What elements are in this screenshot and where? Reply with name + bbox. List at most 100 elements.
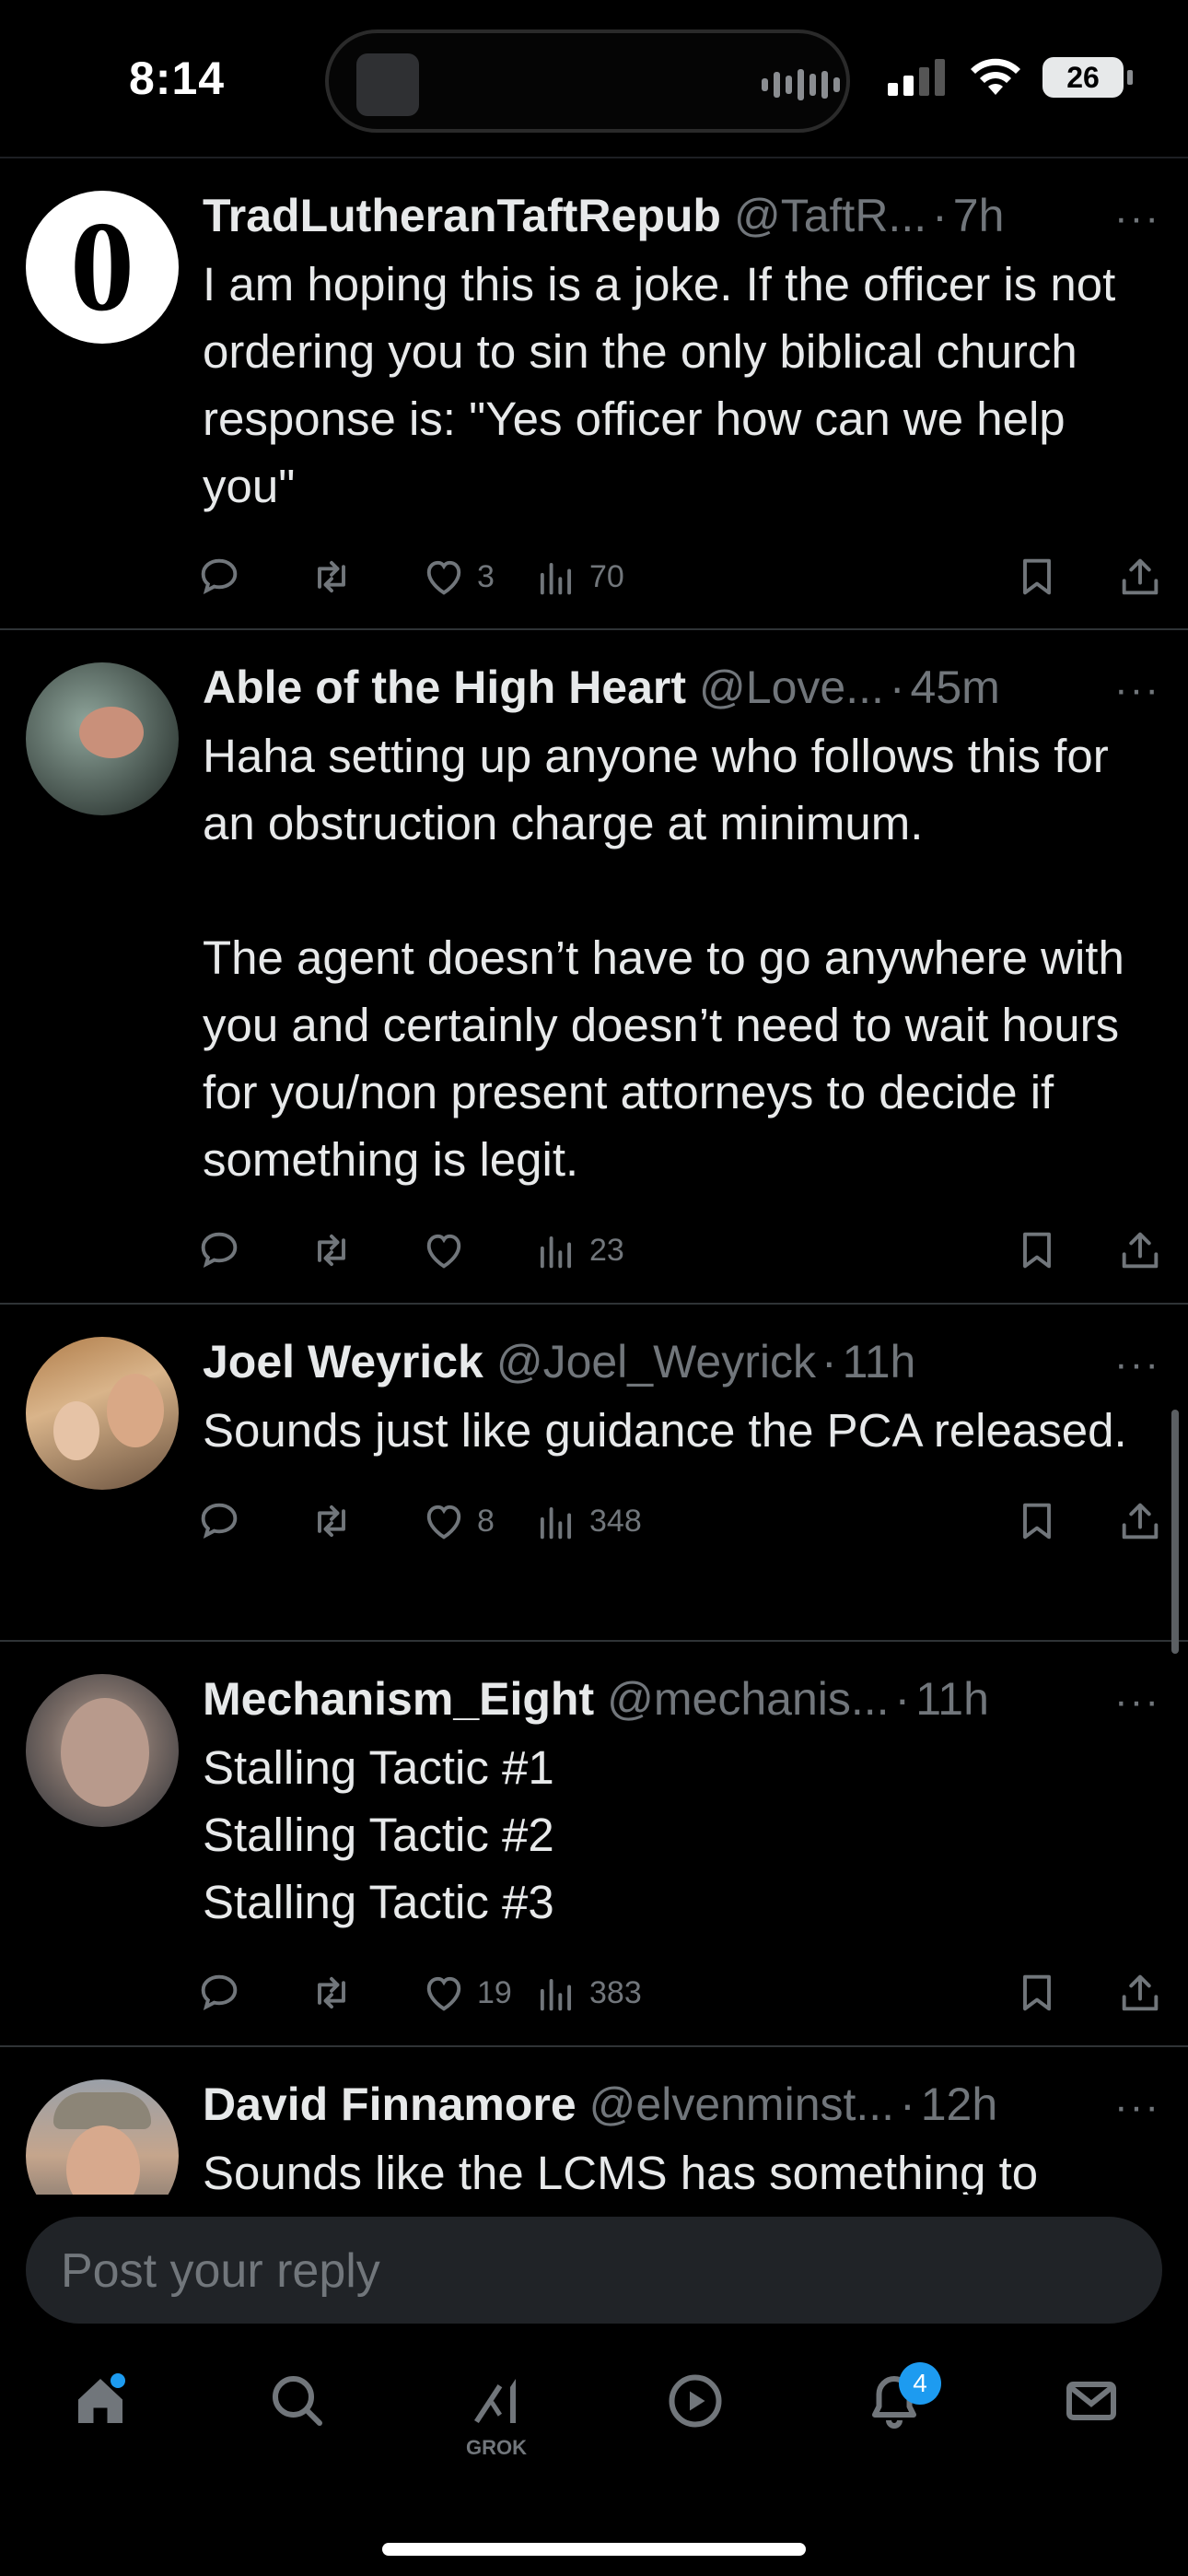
reply-item[interactable]: ··· Joel Weyrick @Joel_Weyrick · 11h Sou… xyxy=(0,1305,1188,1642)
reply-text: Stalling Tactic #1 Stalling Tactic #2 St… xyxy=(203,1741,554,1928)
nav-video[interactable] xyxy=(645,2368,746,2478)
reply-text: Haha setting up anyone who follows this … xyxy=(203,730,1124,1186)
author-handle[interactable]: @mechanis... xyxy=(607,1669,889,1728)
post-time[interactable]: 11h xyxy=(843,1332,916,1391)
author-name[interactable]: Mechanism_Eight xyxy=(203,1669,594,1728)
nav-home[interactable] xyxy=(50,2368,151,2478)
reply-button[interactable] xyxy=(195,1226,243,1274)
bookmark-button[interactable] xyxy=(1013,1969,1061,2017)
author-handle[interactable]: @TaftR... xyxy=(734,186,926,245)
avatar[interactable] xyxy=(26,1674,179,1827)
separator-dot: · xyxy=(900,2078,915,2130)
comment-icon xyxy=(201,1974,238,2010)
author-name[interactable]: Able of the High Heart xyxy=(203,658,686,717)
author-handle[interactable]: @elvenminst... xyxy=(589,2075,894,2134)
wifi-icon xyxy=(971,58,1020,95)
post-time[interactable]: 12h xyxy=(921,2075,997,2134)
reply-button[interactable] xyxy=(195,1497,243,1545)
analytics-icon xyxy=(540,1236,572,1269)
comment-icon xyxy=(201,1503,238,1539)
avatar-figure xyxy=(107,1374,164,1447)
avatar-figure xyxy=(61,1698,149,1807)
nav-search[interactable] xyxy=(247,2368,348,2478)
share-button[interactable] xyxy=(1116,1497,1164,1545)
share-icon xyxy=(1122,558,1159,595)
post-time[interactable]: 11h xyxy=(915,1669,989,1728)
audio-waveform-icon xyxy=(762,68,840,101)
repost-button[interactable] xyxy=(308,553,355,601)
home-indicator[interactable] xyxy=(382,2543,806,2556)
more-options-icon[interactable]: ··· xyxy=(1114,2084,1160,2130)
reply-item[interactable]: 0 ··· TradLutheranTaftRepub @TaftR... · … xyxy=(0,158,1188,630)
repost-button[interactable] xyxy=(308,1226,355,1274)
replies-feed[interactable]: 0 ··· TradLutheranTaftRepub @TaftR... · … xyxy=(0,158,1188,2195)
analytics-icon xyxy=(540,1507,572,1540)
like-button[interactable]: 8 xyxy=(420,1497,495,1545)
views-button[interactable]: 23 xyxy=(532,1226,624,1274)
avatar-figure xyxy=(53,1401,99,1460)
grok-icon xyxy=(474,2379,516,2423)
like-count: 3 xyxy=(477,558,495,594)
more-options-icon[interactable]: ··· xyxy=(1114,1679,1160,1725)
views-button[interactable]: 383 xyxy=(532,1969,642,2017)
reply-header: David Finnamore @elvenminst... · 12h xyxy=(203,2075,1162,2134)
view-count: 348 xyxy=(589,1503,642,1539)
author-name[interactable]: David Finnamore xyxy=(203,2075,577,2134)
author-handle[interactable]: @Joel_Weyrick xyxy=(496,1332,816,1391)
avatar-letter: 0 xyxy=(70,195,134,338)
reply-item[interactable]: ··· David Finnamore @elvenminst... · 12h… xyxy=(0,2047,1188,2195)
home-unread-dot xyxy=(111,2373,125,2388)
avatar[interactable] xyxy=(26,662,179,815)
now-playing-artwork xyxy=(356,53,419,116)
heart-icon xyxy=(426,1976,461,2011)
views-button[interactable]: 348 xyxy=(532,1497,642,1545)
bookmark-button[interactable] xyxy=(1013,1226,1061,1274)
reply-button[interactable] xyxy=(195,1969,243,2017)
mail-icon xyxy=(1066,2382,1116,2420)
more-options-icon[interactable]: ··· xyxy=(1114,667,1160,713)
heart-icon xyxy=(426,1505,461,1540)
share-button[interactable] xyxy=(1116,553,1164,601)
like-button[interactable]: 3 xyxy=(420,553,495,601)
status-time: 8:14 xyxy=(129,53,226,104)
nav-grok[interactable]: GROK xyxy=(446,2368,547,2478)
separator-dot: · xyxy=(894,1673,911,1725)
avatar[interactable] xyxy=(26,2079,179,2195)
post-time[interactable]: 7h xyxy=(953,186,1005,245)
share-button[interactable] xyxy=(1116,1226,1164,1274)
share-button[interactable] xyxy=(1116,1969,1164,2017)
reply-header: Mechanism_Eight @mechanis... · 11h xyxy=(203,1669,1162,1728)
repost-button[interactable] xyxy=(308,1497,355,1545)
like-button[interactable]: 19 xyxy=(420,1969,512,2017)
bookmark-button[interactable] xyxy=(1013,1497,1061,1545)
repost-button[interactable] xyxy=(308,1969,355,2017)
author-handle[interactable]: @Love... xyxy=(699,658,884,717)
status-bar: 8:14 26 xyxy=(0,0,1188,157)
reply-input[interactable] xyxy=(59,2217,1122,2325)
nav-messages[interactable] xyxy=(1041,2368,1142,2478)
reply-item[interactable]: ··· Mechanism_Eight @mechanis... · 11h S… xyxy=(0,1642,1188,2047)
author-name[interactable]: TradLutheranTaftRepub xyxy=(203,186,721,245)
dynamic-island[interactable] xyxy=(325,29,850,133)
scrollbar[interactable] xyxy=(1171,1410,1179,1654)
reply-text: I am hoping this is a joke. If the offic… xyxy=(203,258,1129,512)
avatar[interactable] xyxy=(26,1337,179,1490)
like-button[interactable] xyxy=(420,1226,477,1274)
action-bar: 3 70 xyxy=(195,533,1162,630)
views-button[interactable]: 70 xyxy=(532,553,624,601)
post-time[interactable]: 45m xyxy=(911,658,1000,717)
nav-notifications[interactable]: 4 xyxy=(844,2362,945,2478)
reply-composer[interactable] xyxy=(26,2217,1162,2325)
more-options-icon[interactable]: ··· xyxy=(1114,1341,1160,1388)
bottom-navigation: GROK 4 xyxy=(0,2331,1188,2576)
avatar[interactable]: 0 xyxy=(26,191,179,344)
reply-button[interactable] xyxy=(195,553,243,601)
notifications-badge: 4 xyxy=(899,2362,941,2405)
author-name[interactable]: Joel Weyrick xyxy=(203,1332,483,1391)
grok-label: GROK xyxy=(466,2436,527,2459)
more-options-icon[interactable]: ··· xyxy=(1114,195,1160,241)
status-indicators: 26 xyxy=(888,57,1133,98)
reply-item[interactable]: ··· Able of the High Heart @Love... · 45… xyxy=(0,630,1188,1305)
repost-icon xyxy=(318,560,345,593)
bookmark-button[interactable] xyxy=(1013,553,1061,601)
